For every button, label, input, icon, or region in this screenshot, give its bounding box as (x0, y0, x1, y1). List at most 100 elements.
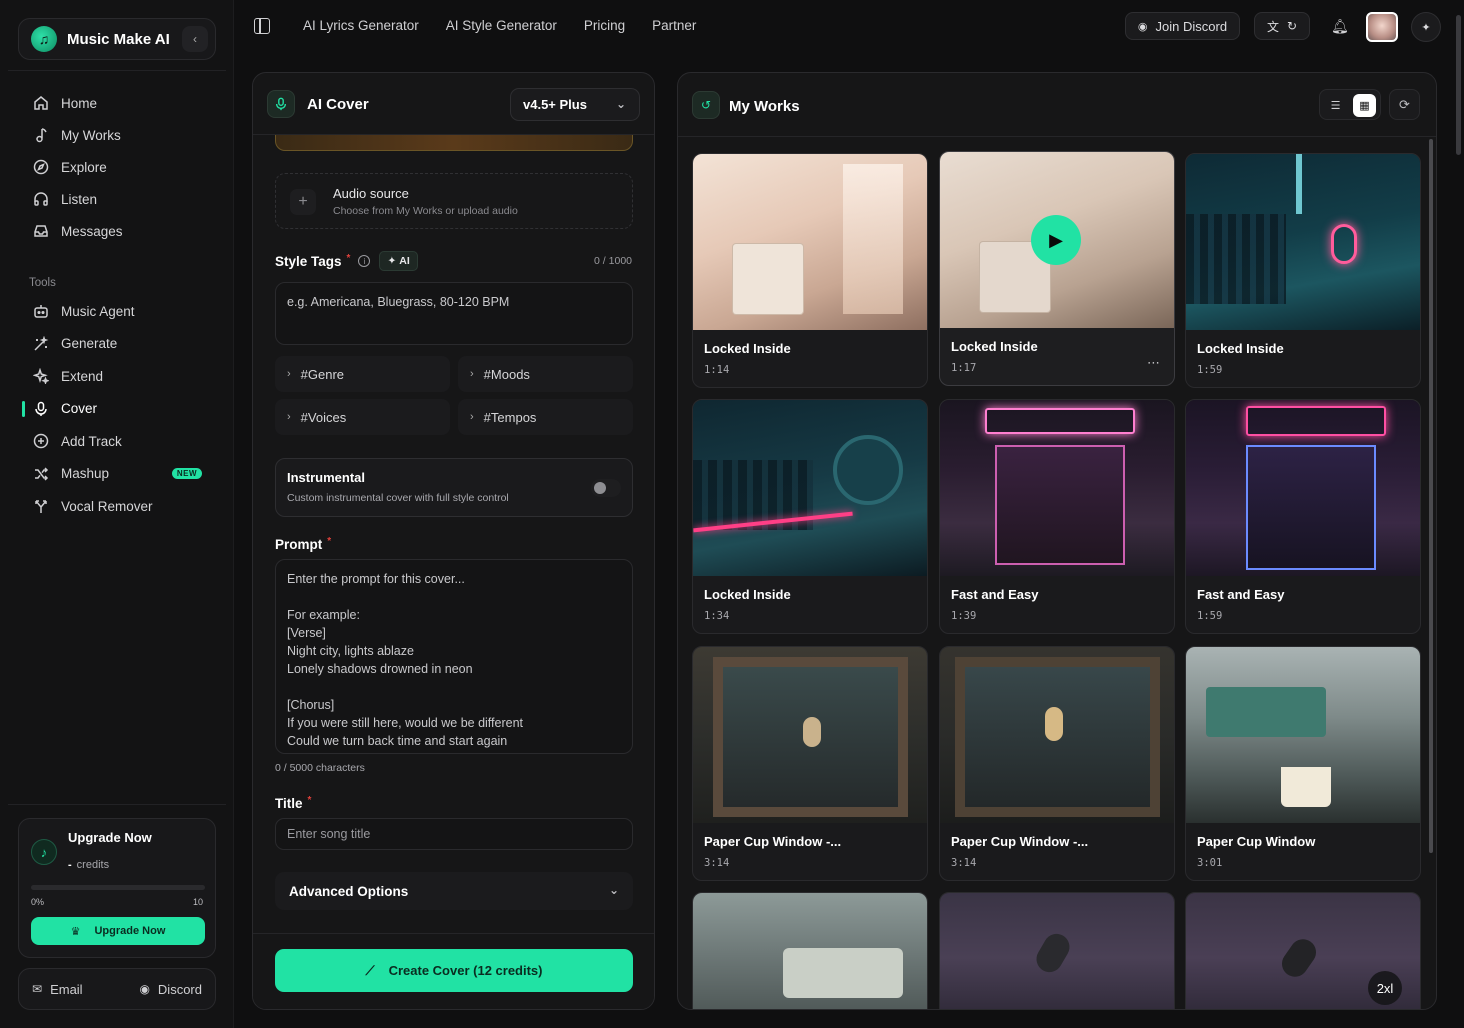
style-tags-input[interactable]: e.g. Americana, Bluegrass, 80-120 BPM (275, 282, 633, 345)
nav-messages[interactable]: Messages (20, 215, 220, 247)
work-card[interactable]: ▶ Locked Inside 1:17 ⋯ (939, 151, 1175, 386)
work-duration: 3:01 (1197, 857, 1223, 869)
discord-link[interactable]: ◉ Discord (139, 982, 202, 997)
nav-extend[interactable]: Extend (20, 360, 220, 393)
prompt-placeholder-line: [Chorus] (287, 698, 335, 712)
cover-art (693, 400, 927, 576)
cover-art (940, 647, 1174, 823)
cover-header: AI Cover v4.5+ Plus ⌄ (253, 73, 654, 135)
style-tags-label-row: Style Tags * i ✦ AI (275, 251, 418, 271)
progress-max: 10 (192, 897, 203, 907)
nav-mashup[interactable]: Mashup NEW (20, 458, 220, 491)
page-scrollbar[interactable] (1456, 15, 1461, 155)
avatar[interactable] (1366, 12, 1398, 42)
advanced-options-toggle[interactable]: Advanced Options ⌄ (275, 872, 633, 910)
work-card[interactable]: Paper Cup Window -... 3:14 (939, 646, 1175, 881)
music-note-icon (32, 126, 50, 144)
nav-label: Home (61, 95, 98, 111)
work-title: Paper Cup Window -... (704, 834, 842, 849)
ai-style-button[interactable]: ✦ AI (379, 251, 418, 271)
work-card[interactable]: Paper Cup Window 3:01 (1185, 646, 1421, 881)
contact-bar: ✉ Email ◉ Discord (18, 968, 216, 1010)
tag-moods-button[interactable]: › #Moods (458, 356, 633, 392)
cover-art (940, 400, 1174, 576)
my-works-panel: ↺ My Works ☰ ▦ ⟳ Locked Inside 1:14 ▶ Lo… (677, 72, 1437, 1010)
instrumental-title: Instrumental (287, 470, 366, 485)
nav-my-works[interactable]: My Works (20, 119, 220, 151)
join-discord-label: Join Discord (1155, 18, 1228, 34)
model-version-select[interactable]: v4.5+ Plus ⌄ (510, 88, 640, 121)
tag-tempos-button[interactable]: › #Tempos (458, 399, 633, 435)
song-title-input[interactable]: Enter song title (275, 818, 633, 850)
refresh-button[interactable]: ⟳ (1389, 89, 1420, 120)
required-mark: * (346, 252, 351, 264)
work-card[interactable]: Paper Cup Window -... 3:14 (692, 646, 928, 881)
translate-button[interactable]: 文 ↻ (1254, 12, 1310, 40)
work-card[interactable]: 2xl (1185, 892, 1421, 1009)
upgrade-button[interactable]: ♛ Upgrade Now (31, 917, 205, 945)
nav-home[interactable]: Home (20, 87, 220, 119)
audio-source-picker[interactable]: + Audio source Choose from My Works or u… (275, 173, 633, 229)
prompt-placeholder-line: Night city, lights ablaze (287, 644, 414, 658)
instrumental-toggle[interactable] (591, 479, 621, 497)
work-duration: 3:14 (704, 857, 730, 869)
grid-view-button[interactable]: ▦ (1353, 94, 1376, 117)
create-cover-button[interactable]: ⟋ Create Cover (12 credits) (275, 949, 633, 992)
shuffle-icon (32, 465, 50, 483)
list-view-button[interactable]: ☰ (1324, 94, 1347, 117)
prompt-input[interactable]: Enter the prompt for this cover... For e… (275, 559, 633, 754)
tag-genre-button[interactable]: › #Genre (275, 356, 450, 392)
ai-assist-button[interactable]: ✦ (1411, 12, 1441, 42)
play-icon: ▶ (1049, 229, 1063, 250)
work-card[interactable]: Locked Inside 1:34 (692, 399, 928, 634)
info-icon[interactable]: i (358, 255, 371, 267)
nav-label: Listen (61, 191, 98, 207)
collapse-sidebar-button[interactable]: ‹ (182, 26, 208, 52)
nav-listen[interactable]: Listen (20, 183, 220, 215)
nav-cover[interactable]: Cover (20, 393, 220, 426)
nav-generate[interactable]: Generate (20, 328, 220, 361)
chevron-left-icon: ‹ (193, 32, 197, 46)
discord-icon: ◉ (139, 982, 150, 996)
split-icon (32, 497, 50, 515)
work-title: Paper Cup Window -... (951, 834, 1089, 849)
microphone-icon (32, 400, 50, 418)
prompt-placeholder-line: If you were still here, would we be diff… (287, 716, 524, 730)
my-works-header: ↺ My Works ☰ ▦ ⟳ (678, 73, 1436, 137)
discord-icon: ◉ (1137, 20, 1148, 33)
tag-voices-button[interactable]: › #Voices (275, 399, 450, 435)
nav-vocal-remover[interactable]: Vocal Remover (20, 490, 220, 523)
work-card[interactable]: Fast and Easy 1:39 (939, 399, 1175, 634)
work-title: Fast and Easy (951, 587, 1039, 602)
tag-label: #Voices (300, 409, 347, 425)
plus-icon: + (290, 189, 316, 215)
audio-source-hint: Choose from My Works or upload audio (333, 205, 518, 217)
create-cover-label: Create Cover (12 credits) (388, 963, 543, 978)
nav-explore[interactable]: Explore (20, 151, 220, 183)
nav-label: Extend (61, 368, 104, 384)
tools-label: Tools (29, 277, 56, 289)
nav-label: Generate (61, 336, 118, 352)
work-duration: 1:59 (1197, 364, 1223, 376)
credits-value: - (68, 859, 72, 871)
work-card[interactable]: Locked Inside 1:59 (1185, 153, 1421, 388)
nav-music-agent[interactable]: Music Agent (20, 295, 220, 328)
nav-add-track[interactable]: Add Track (20, 425, 220, 458)
work-card[interactable] (692, 892, 928, 1009)
brand[interactable]: ♫ Music Make AI ‹ (18, 18, 216, 60)
join-discord-button[interactable]: ◉ Join Discord (1125, 12, 1240, 40)
play-button[interactable]: ▶ (1031, 215, 1081, 265)
work-card[interactable]: Locked Inside 1:14 (692, 153, 928, 388)
notification-bell-icon[interactable]: 🔔︎ (1331, 18, 1349, 35)
instrumental-description: Custom instrumental cover with full styl… (287, 492, 509, 504)
works-scrollbar[interactable] (1429, 139, 1433, 853)
work-card[interactable]: Fast and Easy 1:59 (1185, 399, 1421, 634)
prompt-placeholder-line: Enter the prompt for this cover... (287, 572, 465, 586)
work-card[interactable] (939, 892, 1175, 1009)
sidebar: ♫ Music Make AI ‹ Home My Works Explore … (0, 0, 234, 1028)
chevron-right-icon: › (470, 411, 474, 423)
required-mark: * (307, 794, 312, 806)
bot-icon (32, 302, 50, 320)
email-link[interactable]: ✉ Email (32, 982, 83, 997)
more-options-icon[interactable]: ⋯ (1147, 355, 1160, 371)
